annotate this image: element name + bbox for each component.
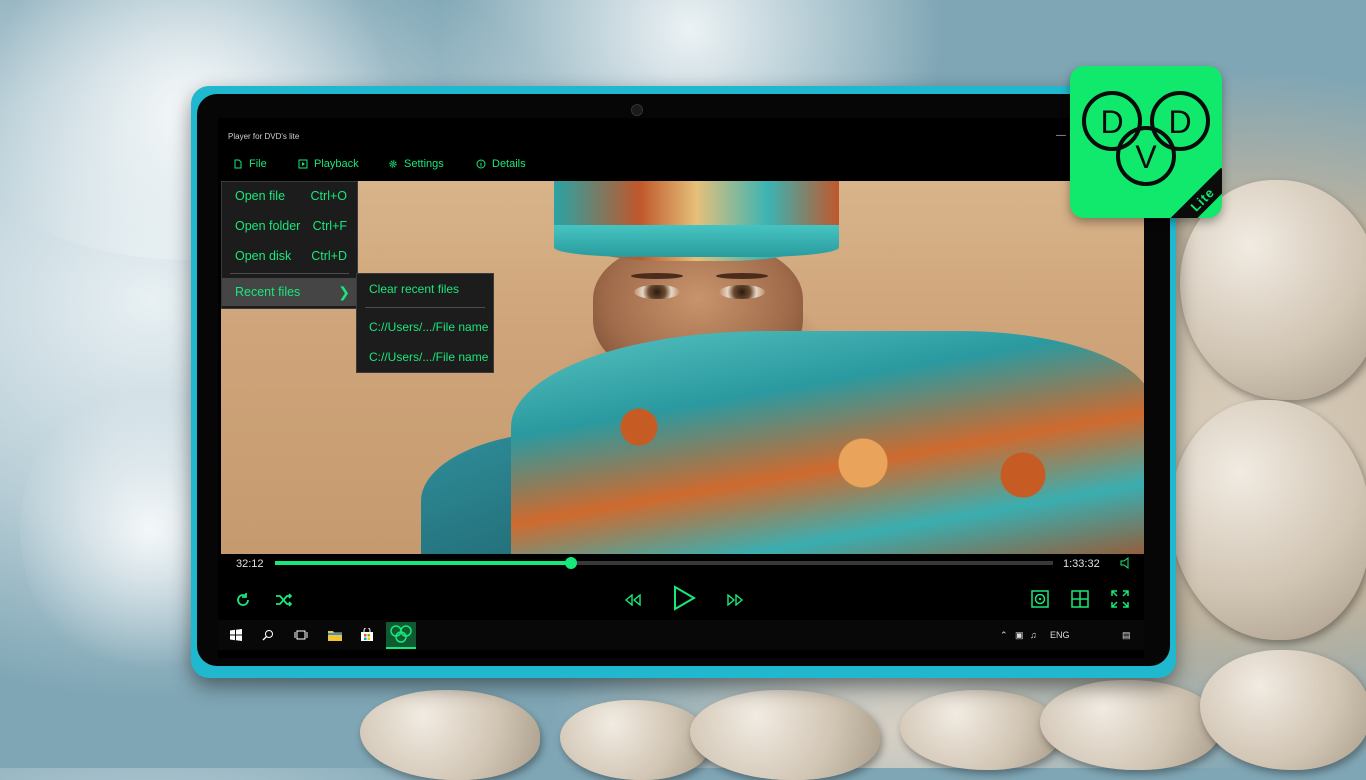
grid-button[interactable] (1071, 590, 1089, 608)
current-time: 32:12 (236, 558, 264, 570)
task-view-icon (294, 630, 308, 640)
dvd-player-taskbar-button[interactable] (386, 622, 416, 649)
open-file-item[interactable]: Open file Ctrl+O (222, 182, 357, 210)
rock (1200, 650, 1366, 770)
open-disk-label: Open disk (235, 249, 292, 263)
video-eye (719, 285, 765, 299)
play-icon (674, 585, 696, 611)
logo-letter-v: V (1135, 139, 1157, 175)
fast-forward-icon (727, 594, 744, 606)
minimize-button[interactable]: — (1056, 130, 1066, 141)
grid-icon (1071, 590, 1089, 608)
network-icon[interactable]: ▣ (1015, 630, 1024, 641)
folder-icon (328, 631, 342, 641)
seek-handle[interactable] (564, 557, 577, 569)
taskbar: ⌃ ▣ ♫ ENG ▤ (218, 620, 1144, 650)
open-folder-item[interactable]: Open folder Ctrl+F (222, 212, 357, 240)
open-file-label: Open file (235, 189, 286, 203)
open-disk-shortcut: Ctrl+D (311, 249, 347, 263)
chevron-right-icon: ❯ (338, 283, 350, 300)
rock (1040, 680, 1220, 770)
fullscreen-button[interactable] (1111, 590, 1129, 608)
menu-playback[interactable]: Playback (298, 158, 359, 170)
rock (560, 700, 710, 780)
playback-icon (298, 159, 308, 169)
menu-divider (230, 273, 349, 274)
info-icon (476, 159, 486, 169)
recent-file-item[interactable]: C://Users/.../File name (369, 350, 488, 364)
dvd-app-icon (390, 625, 412, 643)
video-eye (634, 285, 680, 299)
repeat-icon (237, 593, 249, 606)
rock (360, 690, 540, 780)
search-icon (262, 630, 273, 641)
volume-button[interactable] (1120, 557, 1132, 569)
recent-files-submenu: Clear recent files C://Users/.../File na… (356, 273, 494, 373)
file-icon (234, 159, 242, 169)
task-view-button[interactable] (294, 628, 308, 646)
video-scarf-band (554, 225, 839, 257)
open-folder-label: Open folder (235, 219, 301, 233)
fullscreen-icon (1111, 590, 1129, 608)
rock (900, 690, 1060, 770)
open-disk-item[interactable]: Open disk Ctrl+D (222, 242, 357, 270)
language-indicator[interactable]: ENG (1050, 630, 1070, 640)
rock (690, 690, 880, 780)
forward-button[interactable] (726, 594, 744, 606)
rewind-icon (624, 594, 641, 606)
camera (631, 104, 643, 116)
menu-file[interactable]: File (233, 158, 267, 170)
rewind-button[interactable] (624, 594, 642, 606)
menu-details-label: Details (492, 158, 526, 170)
menu-playback-label: Playback (314, 158, 359, 170)
menu-file-label: File (249, 158, 267, 170)
file-explorer-button[interactable] (328, 628, 342, 646)
logo-letter-d2: D (1168, 104, 1191, 140)
tablet-bezel: Player for DVD's lite — File Playback Se… (197, 94, 1170, 666)
open-file-shortcut: Ctrl+O (310, 189, 347, 203)
disc-button[interactable] (1031, 590, 1049, 608)
seek-bar-progress (275, 561, 571, 565)
tray-chevron-up-icon[interactable]: ⌃ (1000, 630, 1008, 641)
volume-tray-icon[interactable]: ♫ (1030, 630, 1037, 640)
total-time: 1:33:32 (1063, 558, 1100, 570)
tablet-device: Player for DVD's lite — File Playback Se… (191, 86, 1176, 678)
rock (1170, 400, 1366, 640)
speaker-icon (1120, 557, 1129, 569)
menu-details[interactable]: Details (476, 158, 526, 170)
menu-settings-label: Settings (404, 158, 444, 170)
shuffle-button[interactable] (275, 592, 293, 608)
video-brow (716, 273, 768, 279)
open-folder-shortcut: Ctrl+F (312, 219, 347, 233)
video-scarf (511, 331, 1144, 554)
menu-settings[interactable]: Settings (388, 158, 444, 170)
store-button[interactable] (360, 627, 374, 647)
repeat-button[interactable] (235, 592, 251, 608)
file-menu-dropdown: Open file Ctrl+O Open folder Ctrl+F Open… (221, 181, 358, 309)
menu-bar: File Playback Settings Details (218, 158, 1144, 174)
menu-divider (365, 307, 485, 308)
recent-file-item[interactable]: C://Users/.../File name (369, 320, 488, 334)
search-button[interactable] (262, 628, 274, 646)
recent-files-item[interactable]: Recent files ❯ (222, 278, 357, 306)
logo-letter-d1: D (1100, 104, 1123, 140)
window-title: Player for DVD's lite (228, 132, 300, 141)
start-button[interactable] (230, 628, 242, 646)
shuffle-icon (276, 593, 293, 607)
video-brow (631, 273, 683, 279)
disc-icon (1031, 590, 1049, 608)
gear-icon (389, 160, 397, 168)
notifications-icon[interactable]: ▤ (1122, 630, 1131, 641)
app-window: Player for DVD's lite — File Playback Se… (218, 118, 1144, 658)
windows-icon (230, 629, 242, 641)
store-icon (361, 627, 373, 641)
recent-files-label: Recent files (235, 285, 301, 299)
clear-recent-item[interactable]: Clear recent files (369, 282, 459, 296)
app-logo: D V D Lite (1070, 66, 1222, 218)
play-button[interactable] (672, 585, 696, 611)
